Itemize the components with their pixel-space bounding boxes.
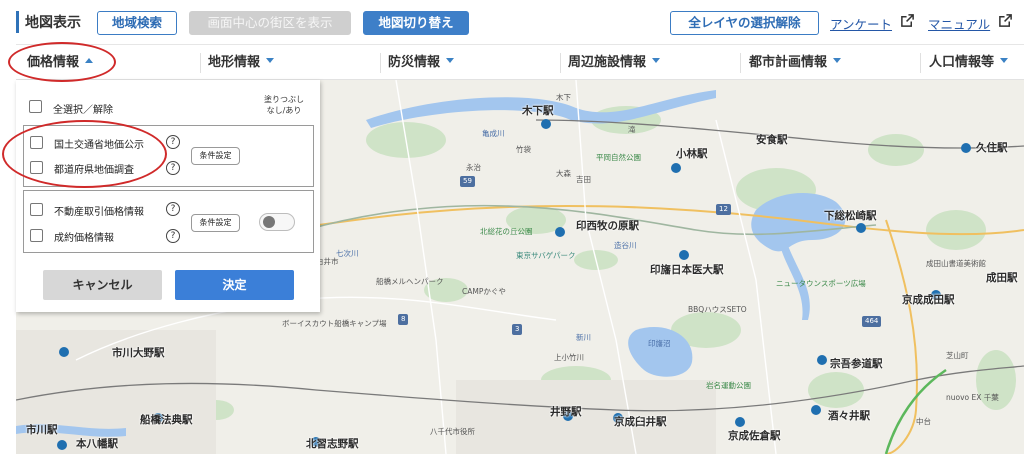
map-place-label: 木下 <box>556 93 571 102</box>
map-station-label: 市川駅 <box>26 424 58 436</box>
map-station-label: 酒々井駅 <box>828 410 870 422</box>
tab-divider <box>560 53 561 73</box>
route-number-badge: 59 <box>460 176 475 187</box>
map-place-label: CAMPかぐや <box>462 287 506 296</box>
contract-price-label: 成約価格情報 <box>54 233 114 244</box>
tab-divider <box>380 53 381 73</box>
route-number-badge: 8 <box>398 314 409 325</box>
title-accent-bar <box>16 11 19 33</box>
map-switch-button[interactable]: 地図切り替え <box>363 11 469 35</box>
contract-price-checkbox[interactable] <box>30 229 43 242</box>
map-station-label: 成田駅 <box>986 272 1018 284</box>
survey-link[interactable]: アンケート <box>830 14 892 33</box>
map-place-label: 上小竹川 <box>554 353 584 362</box>
area-search-button[interactable]: 地域検索 <box>97 11 177 35</box>
help-icon[interactable]: ? <box>166 135 180 149</box>
manual-link[interactable]: マニュアル <box>928 14 990 33</box>
map-station-label: 小林駅 <box>676 148 708 160</box>
map-place-label: 新川 <box>576 333 591 342</box>
ok-button[interactable]: 決定 <box>175 270 294 300</box>
tab-divider <box>920 53 921 73</box>
cancel-button[interactable]: キャンセル <box>43 270 162 300</box>
route-number-badge: 12 <box>716 204 731 215</box>
map-place-label: ニュータウンスポーツ広場 <box>776 279 866 288</box>
map-place-label: 八千代市役所 <box>430 427 475 436</box>
annotation-ellipse-tab <box>8 42 116 82</box>
caret-down-icon <box>446 58 455 63</box>
map-place-label: 吉田 <box>576 175 591 184</box>
map-place-label: 平岡自然公園 <box>596 153 641 162</box>
tab-divider <box>200 53 201 73</box>
tab-population-info[interactable]: 人口情報等 <box>929 45 1009 80</box>
map-place-label: 芝山町 <box>946 351 969 360</box>
external-link-icon[interactable] <box>998 13 1013 28</box>
map-place-label: 船橋メルヘンパーク <box>376 277 444 286</box>
map-place-label: BBQハウスSETO <box>688 305 747 314</box>
price-info-dropdown-panel: 全選択／解除 塗りつぶし なし/あり 国土交通省地価公示 ? 条件設定 都道府県… <box>16 80 320 312</box>
map-place-label: 大森 <box>556 169 571 178</box>
map-station-label: 京成佐倉駅 <box>728 430 781 442</box>
map-station-label: 印西牧の原駅 <box>576 220 639 232</box>
route-number-badge: 3 <box>512 324 523 335</box>
top-toolbar: 地図表示 地域検索 画面中心の街区を表示 地図切り替え 全レイヤの選択解除 アン… <box>0 0 1024 44</box>
clear-all-layers-button[interactable]: 全レイヤの選択解除 <box>670 11 819 35</box>
condition-settings-button[interactable]: 条件設定 <box>191 214 240 232</box>
help-icon[interactable]: ? <box>166 229 180 243</box>
fill-toggle-switch[interactable] <box>259 213 295 231</box>
map-place-label: 造谷川 <box>614 241 637 250</box>
tab-divider <box>740 53 741 73</box>
map-place-label: 中台 <box>916 417 931 426</box>
help-icon[interactable]: ? <box>166 202 180 216</box>
map-place-label: 岩名運動公園 <box>706 381 751 390</box>
tab-nearby-facilities[interactable]: 周辺施設情報 <box>568 45 661 80</box>
map-station-label: 宗吾参道駅 <box>830 358 883 370</box>
fill-toggle-note: 塗りつぶし なし/あり <box>263 95 305 115</box>
map-station-label: 木下駅 <box>522 105 554 117</box>
caret-down-icon <box>652 58 661 63</box>
map-place-label: 成田山書道美術館 <box>926 259 986 268</box>
tab-disaster-info[interactable]: 防災情報 <box>388 45 455 80</box>
real-estate-transaction-label: 不動産取引価格情報 <box>54 207 144 218</box>
map-station-label: 下総松崎駅 <box>824 210 877 222</box>
map-station-label: 船橋法典駅 <box>140 414 193 426</box>
transaction-price-group: 不動産取引価格情報 ? 条件設定 成約価格情報 ? <box>23 190 314 253</box>
category-tab-bar: 価格情報 地形情報 防災情報 周辺施設情報 都市計画情報 人口情報等 <box>16 44 1024 80</box>
map-station-label: 印旛日本医大駅 <box>650 264 724 276</box>
condition-settings-button[interactable]: 条件設定 <box>191 147 240 165</box>
map-place-label: 亀成川 <box>482 129 505 138</box>
route-number-badge: 464 <box>862 316 882 327</box>
real-estate-transaction-checkbox[interactable] <box>30 203 43 216</box>
map-place-label: 北総花の丘公園 <box>480 227 533 236</box>
annotation-ellipse-options <box>2 120 167 188</box>
select-all-checkbox[interactable] <box>29 100 42 113</box>
map-place-label: 永治 <box>466 163 481 172</box>
map-place-label: 竹袋 <box>516 145 531 154</box>
tab-terrain-info[interactable]: 地形情報 <box>208 45 275 80</box>
caret-down-icon <box>266 58 275 63</box>
map-place-label: nuovo EX 千葉 <box>946 393 999 402</box>
show-center-district-button[interactable]: 画面中心の街区を表示 <box>189 11 351 35</box>
caret-down-icon <box>833 58 842 63</box>
select-all-label: 全選択／解除 <box>53 105 113 116</box>
caret-down-icon <box>1000 58 1009 63</box>
map-place-label: 七次川 <box>336 249 359 258</box>
external-link-icon[interactable] <box>900 13 915 28</box>
map-place-label: 滝 <box>628 125 636 134</box>
map-place-label: ボーイスカウト船橋キャンプ場 <box>282 319 387 328</box>
map-station-label: 久住駅 <box>976 142 1008 154</box>
toggle-knob <box>263 216 275 228</box>
help-icon[interactable]: ? <box>166 161 180 175</box>
map-station-label: 北習志野駅 <box>306 438 359 450</box>
map-station-label: 井野駅 <box>550 406 582 418</box>
map-place-label: 印旛沼 <box>648 339 671 348</box>
map-place-label: 東京サバゲパーク <box>516 251 576 260</box>
map-station-label: 市川大野駅 <box>112 347 165 359</box>
map-station-label: 本八幡駅 <box>76 438 118 450</box>
tab-city-planning[interactable]: 都市計画情報 <box>749 45 842 80</box>
page-title: 地図表示 <box>25 15 81 31</box>
map-station-label: 安食駅 <box>756 134 788 146</box>
map-station-label: 京成成田駅 <box>902 294 955 306</box>
map-station-label: 京成臼井駅 <box>614 416 667 428</box>
